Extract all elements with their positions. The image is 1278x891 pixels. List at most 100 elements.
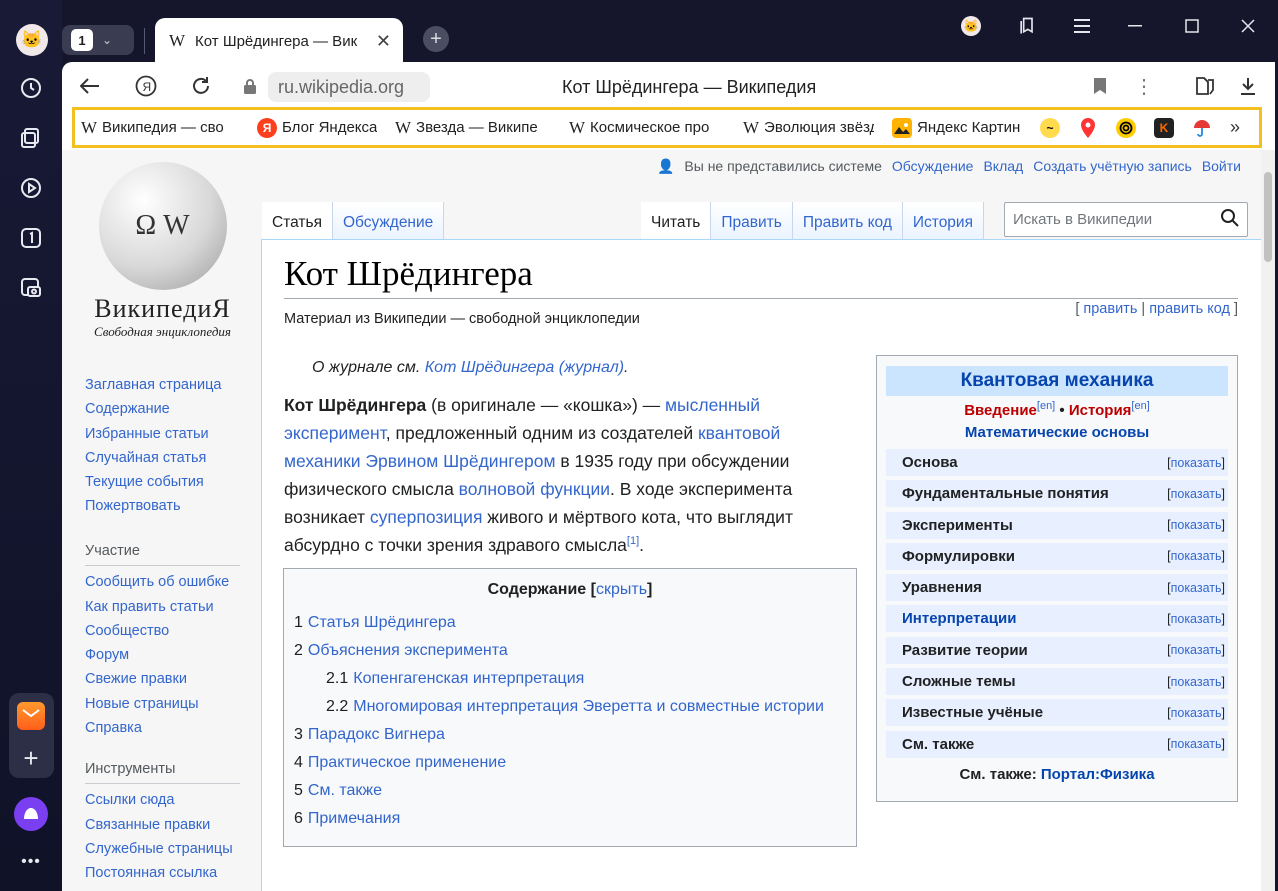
yandex-icon[interactable]: Я [134,74,158,98]
toc-link[interactable]: Многомировая интерпретация Эверетта и со… [353,698,824,715]
toc-item[interactable]: 1 Статья Шрёдингера [294,609,846,637]
toc-link[interactable]: Объяснения эксперимента [308,642,508,659]
edit-code-link[interactable]: править код [1149,301,1230,317]
reference-link[interactable]: [1] [627,535,639,547]
infobox-row-label[interactable]: Интерпретации [902,610,1016,627]
tab-active[interactable]: W Кот Шрёдингера — Вик ✕ [155,18,403,64]
edit-link[interactable]: править [1083,301,1137,317]
history-icon[interactable] [17,74,45,102]
more-vertical-icon[interactable]: ⋮ [1132,74,1156,98]
math-foundations-link[interactable]: Математические основы [965,424,1149,441]
search-input[interactable]: Искать в Википедии [1004,202,1248,237]
bookmark-item[interactable]: WЭволюция звёзд - [743,118,874,138]
tab-talk[interactable]: Обсуждение [332,202,445,240]
toc-link[interactable]: Парадокс Вигнера [308,726,445,743]
reading-icon[interactable] [1193,74,1217,98]
video-icon[interactable] [17,174,45,202]
toc-item[interactable]: 6 Примечания [294,805,846,833]
talk-link[interactable]: Обсуждение [892,158,974,175]
tab-counter-button[interactable]: 1 ⌄ [62,25,134,55]
tabs-count-icon[interactable] [17,224,45,252]
nav-item[interactable]: Сообщить об ошибке [85,570,240,594]
back-icon[interactable] [78,74,102,98]
toc-link[interactable]: Примечания [308,810,400,827]
en-link[interactable]: [en] [1131,400,1149,412]
toc-link[interactable]: Статья Шрёдингера [308,614,456,631]
show-link[interactable]: показать [1171,456,1222,470]
bookmarks-panel-icon[interactable] [1012,13,1042,39]
lead-link[interactable]: волновой функции [459,479,610,499]
close-window-icon[interactable] [1233,13,1263,39]
show-link[interactable]: показать [1171,612,1222,626]
toc-item[interactable]: 3 Парадокс Вигнера [294,721,846,749]
toc-item[interactable]: 2.1 Копенгагенская интерпретация [294,665,846,693]
toc-hide-link[interactable]: скрыть [596,581,647,598]
nav-item[interactable]: Свежие правки [85,667,240,691]
alice-icon[interactable] [14,797,48,831]
screenshot-icon[interactable] [17,274,45,302]
close-tab-icon[interactable]: ✕ [376,31,391,52]
more-icon[interactable]: ••• [17,848,45,876]
spiral-icon[interactable] [1116,117,1136,138]
new-tab-button[interactable]: + [423,26,449,52]
nav-item[interactable]: Справка [85,716,240,740]
show-link[interactable]: показать [1171,549,1222,563]
collections-icon[interactable] [17,124,45,152]
lead-link[interactable]: Эрвином Шрёдингером [365,451,555,471]
bookmark-icon[interactable] [1088,74,1112,98]
nav-item[interactable]: Новые страницы [85,692,240,716]
lead-link[interactable]: суперпозиция [370,507,483,527]
contributions-link[interactable]: Вклад [983,158,1023,175]
create-account-link[interactable]: Создать учётную запись [1033,158,1192,175]
toc-item[interactable]: 2 Объяснения эксперимента [294,637,846,665]
mail-icon[interactable] [17,702,45,730]
search-icon[interactable] [1221,209,1239,232]
history-link[interactable]: История [1069,402,1132,419]
en-link[interactable]: [en] [1037,400,1055,412]
address-bar[interactable]: ru.wikipedia.org [268,72,430,102]
nav-item[interactable]: Как править статьи [85,595,240,619]
nav-item[interactable]: Сообщество [85,619,240,643]
nav-item[interactable]: Форум [85,643,240,667]
tab-history[interactable]: История [902,202,984,240]
bookmark-item[interactable]: W Википедия — сво [81,118,239,138]
profile-avatar[interactable]: 🐱 [16,24,48,56]
bookmark-item[interactable]: W Космическое про [569,118,725,138]
nav-item[interactable]: Служебные страницы [85,837,240,861]
toc-link[interactable]: Копенгагенская интерпретация [353,670,584,687]
wikipedia-logo[interactable]: Ω W ВикипедиЯ Свободная энциклопедия [80,160,245,350]
more-bookmarks-icon[interactable]: » [1230,117,1240,138]
login-link[interactable]: Войти [1202,158,1241,175]
show-link[interactable]: показать [1171,706,1222,720]
nav-item[interactable]: Связанные правки [85,813,240,837]
show-link[interactable]: показать [1171,737,1222,751]
toc-item[interactable]: 2.2 Многомировая интерпретация Эверетта и… [294,693,846,721]
toc-item[interactable]: 4 Практическое применение [294,749,846,777]
nav-item[interactable]: Ссылки сюда [85,788,240,812]
bookmark-item[interactable]: W Звезда — Википе [395,118,551,138]
toc-item[interactable]: 5 См. также [294,777,846,805]
tab-article[interactable]: Статья [262,202,333,240]
show-link[interactable]: показать [1171,581,1222,595]
kinopoisk-icon[interactable]: K [1154,117,1174,138]
nav-item[interactable]: Пожертвовать [85,494,221,518]
reload-icon[interactable] [189,74,213,98]
show-link[interactable]: показать [1171,643,1222,657]
scrollbar-thumb[interactable] [1264,172,1272,262]
toc-link[interactable]: Практическое применение [308,754,506,771]
nav-item[interactable]: Избранные статьи [85,422,221,446]
nav-item[interactable]: Содержание [85,397,221,421]
maximize-icon[interactable] [1177,13,1207,39]
minimize-icon[interactable] [1120,13,1150,39]
scrollbar[interactable] [1261,150,1275,891]
nav-item[interactable]: Постоянная ссылка [85,861,240,885]
location-pin-icon[interactable] [1078,117,1098,138]
tab-edit[interactable]: Править [711,202,793,240]
tab-read[interactable]: Читать [641,202,712,240]
bookmark-item[interactable]: Я Блог Яндекса [257,117,377,138]
nav-item[interactable]: Заглавная страница [85,373,221,397]
lock-icon[interactable] [238,74,262,98]
tab-edit-source[interactable]: Править код [792,202,903,240]
profile-mini-icon[interactable]: 🐱 [956,13,986,39]
bookmark-item[interactable]: Яндекс Картин [892,117,1022,138]
